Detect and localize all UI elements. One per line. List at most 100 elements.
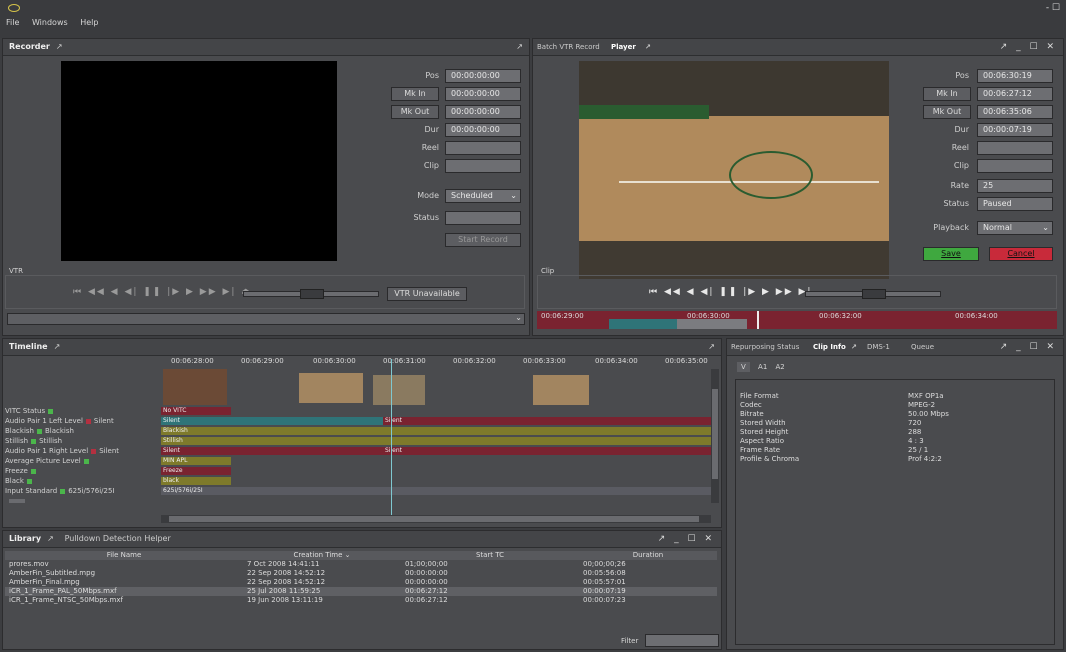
tab-library[interactable]: Library xyxy=(9,534,41,543)
subtab-a1[interactable]: A1 xyxy=(758,363,767,371)
pl-clip-field[interactable] xyxy=(977,159,1053,173)
track-segment[interactable]: Stillish xyxy=(161,437,713,445)
pin-icon[interactable]: ↗ xyxy=(645,39,651,55)
rec-reel-field[interactable] xyxy=(445,141,521,155)
clip-timeline-bar[interactable]: 00:06:29:00 00:06:30:00 00:06:32:00 00:0… xyxy=(537,311,1057,329)
track-segment[interactable]: Silent xyxy=(383,447,713,455)
track-segment[interactable]: black xyxy=(161,477,231,485)
timeline-vscrollbar[interactable] xyxy=(711,369,719,503)
subtab-a2[interactable]: A2 xyxy=(776,363,785,371)
menu-help[interactable]: Help xyxy=(80,18,98,27)
window-controls[interactable]: - ☐ xyxy=(1046,3,1060,13)
status-green-icon xyxy=(48,408,54,414)
vtr-shuttle-slider[interactable] xyxy=(243,289,379,299)
tab-player[interactable]: Player xyxy=(611,39,636,55)
filter-input[interactable] xyxy=(645,634,719,647)
tab-dms-1[interactable]: DMS-1 xyxy=(867,339,890,355)
rec-status-field xyxy=(445,211,521,225)
pl-mark-in-button[interactable]: Mk In xyxy=(923,87,971,101)
player-panel: Batch VTR Record Player ↗ ↗ _ ☐ ✕ Pos 00… xyxy=(532,38,1064,336)
info-row: Profile & Chroma Prof 4:2:2 xyxy=(740,455,942,463)
player-window-controls[interactable]: ↗ _ ☐ ✕ xyxy=(1000,39,1057,55)
timeline-thumbnail xyxy=(163,369,227,405)
vtr-unavailable-button[interactable]: VTR Unavailable xyxy=(387,287,467,301)
table-row[interactable]: prores.mov 7 Oct 2008 14:41:11 01;00;00;00… xyxy=(5,560,717,569)
clipinfo-window-controls[interactable]: ↗ _ ☐ ✕ xyxy=(1000,339,1057,355)
rec-mark-in-button[interactable]: Mk In xyxy=(391,87,439,101)
table-row[interactable]: AmberFin_Final.mpg 22 Sep 2008 14:52:12 00… xyxy=(5,578,717,587)
track-segment[interactable]: MIN APL xyxy=(161,457,231,465)
menu-bar: - ☐ File Windows Help xyxy=(0,0,1066,38)
subtab-v[interactable]: V xyxy=(737,362,750,372)
pl-rate-field[interactable]: 25 xyxy=(977,179,1053,193)
player-shuttle-slider[interactable] xyxy=(805,289,941,299)
rec-mark-in-field[interactable]: 00:00:00:00 xyxy=(445,87,521,101)
table-row[interactable]: iCR_1_Frame_NTSC_50Mbps.mxf 19 Jun 2008 1… xyxy=(5,596,717,605)
start-record-button[interactable]: Start Record xyxy=(445,233,521,247)
rec-status-label: Status xyxy=(413,213,440,222)
pl-mark-out-field[interactable]: 00:06:35:06 xyxy=(977,105,1053,119)
zoom-slider[interactable] xyxy=(9,499,25,503)
track-segment[interactable]: No VITC xyxy=(161,407,231,415)
track-label-audio-right: Audio Pair 1 Right Level Silent xyxy=(5,447,120,455)
track-segment[interactable]: Freeze xyxy=(161,467,231,475)
track-segment[interactable]: Silent xyxy=(161,417,383,425)
vtr-transport-controls[interactable]: ⏮ ◀◀ ◀ ◀| ❚❚ |▶ ▶ ▶▶ ▶| ⏏ xyxy=(73,287,252,297)
pin-icon[interactable]: ↗ xyxy=(56,39,63,55)
table-row[interactable]: AmberFin_Subtitled.mpg 22 Sep 2008 14:52:… xyxy=(5,569,717,578)
chevron-down-icon: ⌄ xyxy=(510,191,517,200)
rec-pos-field[interactable]: 00:00:00:00 xyxy=(445,69,521,83)
library-window-controls[interactable]: ↗ _ ☐ ✕ xyxy=(658,531,715,547)
rec-clip-field[interactable] xyxy=(445,159,521,173)
info-row: Bitrate 50.00 Mbps xyxy=(740,410,949,418)
pl-dur-field[interactable]: 00:00:07:19 xyxy=(977,123,1053,137)
timeline-ruler[interactable]: 00:06:28:00 00:06:29:00 00:06:30:00 00:0… xyxy=(161,357,717,369)
track-label-black: Black xyxy=(5,477,35,485)
save-button[interactable]: Save xyxy=(923,247,979,261)
tab-pulldown-detection-helper[interactable]: Pulldown Detection Helper xyxy=(65,534,171,543)
rec-mode-label: Mode xyxy=(417,191,439,200)
track-segment[interactable]: 625i/576i/25I xyxy=(161,487,713,495)
player-transport-controls[interactable]: ⏮ ◀◀ ◀ ◀| ❚❚ |▶ ▶ ▶▶ ▶| xyxy=(649,287,812,297)
tab-repurposing-status[interactable]: Repurposing Status xyxy=(731,339,799,355)
track-segment[interactable]: Blackish xyxy=(161,427,713,435)
tab-queue[interactable]: Queue xyxy=(911,339,934,355)
col-start-tc[interactable]: Start TC xyxy=(401,551,579,560)
pl-mark-out-button[interactable]: Mk Out xyxy=(923,105,971,119)
panel-menu-icon[interactable]: ↗ xyxy=(708,342,715,351)
track-segment[interactable]: Silent xyxy=(383,417,713,425)
cancel-button[interactable]: Cancel xyxy=(989,247,1053,261)
ruler-tc-6: 00:06:34:00 xyxy=(595,357,638,365)
rec-mark-out-button[interactable]: Mk Out xyxy=(391,105,439,119)
col-creation-time[interactable]: Creation Time ⌄ xyxy=(243,551,401,560)
rec-mode-select[interactable]: Scheduled ⌄ xyxy=(445,189,521,203)
tab-clip-info[interactable]: Clip Info xyxy=(813,339,846,355)
status-red-icon xyxy=(85,418,91,424)
ruler-tc-3: 00:06:31:00 xyxy=(383,357,426,365)
pl-pos-field[interactable]: 00:06:30:19 xyxy=(977,69,1053,83)
ruler-tc-0: 00:06:28:00 xyxy=(171,357,214,365)
table-row[interactable]: iCR_1_Frame_PAL_50Mbps.mxf 25 Jul 2008 11… xyxy=(5,587,717,596)
pin-icon[interactable]: ↗ xyxy=(47,531,54,547)
clip-playhead[interactable] xyxy=(757,311,759,329)
menu-file[interactable]: File xyxy=(6,18,19,27)
col-file-name[interactable]: File Name xyxy=(5,551,243,560)
timeline-playhead[interactable] xyxy=(391,359,392,515)
bottom-crowd xyxy=(579,241,889,279)
track-segment[interactable]: Silent xyxy=(161,447,383,455)
col-duration[interactable]: Duration xyxy=(579,551,717,560)
timeline-hscrollbar[interactable] xyxy=(161,515,711,523)
panel-menu-icon[interactable]: ↗ xyxy=(516,42,523,51)
tab-batch-vtr-record[interactable]: Batch VTR Record xyxy=(537,39,600,55)
recorder-titlebar: Recorder ↗ xyxy=(3,39,529,56)
pl-playback-select[interactable]: Normal ⌄ xyxy=(977,221,1053,235)
rec-dur-field[interactable]: 00:00:00:00 xyxy=(445,123,521,137)
pl-mark-in-field[interactable]: 00:06:27:12 xyxy=(977,87,1053,101)
menu-windows[interactable]: Windows xyxy=(32,18,68,27)
track-label-stillish: Stillish Stillish xyxy=(5,437,63,445)
pin-icon[interactable]: ↗ xyxy=(54,339,61,355)
vtr-select[interactable]: ⌄ xyxy=(7,313,525,325)
pl-reel-field[interactable] xyxy=(977,141,1053,155)
rec-mark-out-field[interactable]: 00:00:00:00 xyxy=(445,105,521,119)
pin-icon[interactable]: ↗ xyxy=(851,339,857,355)
